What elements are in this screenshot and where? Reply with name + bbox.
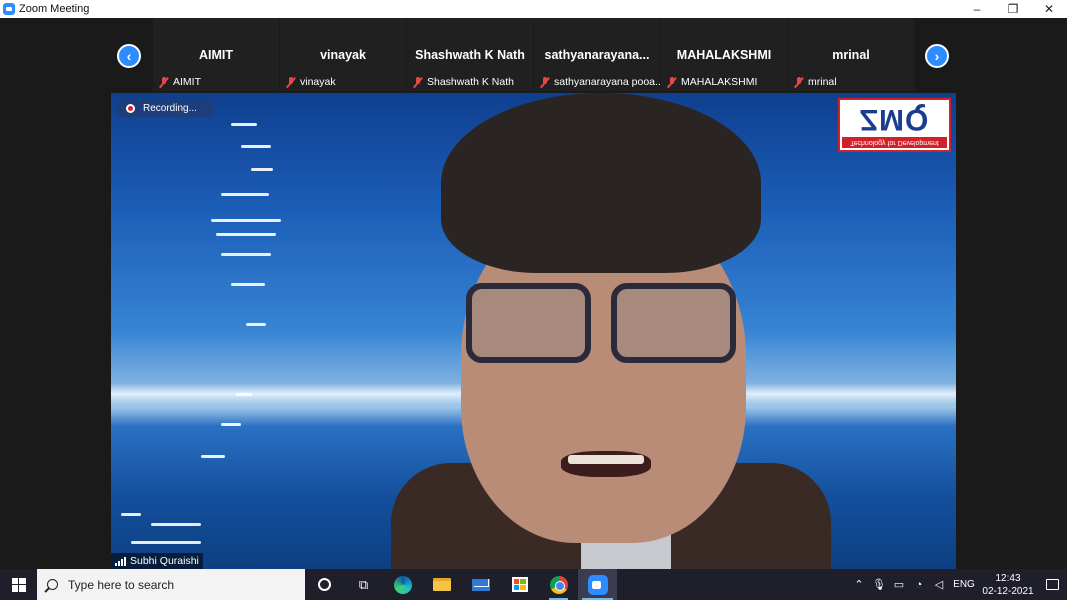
participant-strip: AIMIT AIMIT vinayak vinayak Shashwath K … [0, 18, 1067, 93]
cortana-icon [318, 578, 331, 591]
show-hidden-icons-button[interactable]: ⌃ [849, 569, 869, 600]
clock-date: 02-12-2021 [982, 585, 1034, 597]
chevron-right-icon: › [934, 48, 940, 64]
window-title: Zoom Meeting [19, 3, 90, 15]
participant-label: MAHALAKSHMI [681, 76, 758, 88]
muted-mic-icon [667, 76, 677, 88]
taskbar-search-box[interactable]: Type here to search [37, 569, 305, 600]
chrome-taskbar-button[interactable] [539, 569, 578, 600]
zoom-app-icon [3, 3, 15, 15]
zoom-taskbar-button[interactable] [578, 569, 617, 600]
language-indicator[interactable]: ENG [949, 579, 979, 590]
speaker-person [391, 93, 831, 569]
participant-name: mrinal [832, 48, 870, 62]
windows-logo-icon [11, 577, 26, 592]
participant-label: AIMIT [173, 76, 201, 88]
chrome-icon [549, 575, 568, 594]
chevron-left-icon: ‹ [126, 48, 132, 64]
participant-name: Shashwath K Nath [415, 48, 525, 62]
participant-tile[interactable]: AIMIT AIMIT [153, 18, 279, 91]
file-explorer-taskbar-button[interactable] [422, 569, 461, 600]
logo-tagline: Technology for Development [842, 137, 947, 148]
participant-name: vinayak [320, 48, 366, 62]
zoom-icon [587, 574, 608, 595]
active-speaker-video: Recording... ZMQ Technology for Developm… [111, 93, 956, 569]
participant-label: sathyanarayana pooa... [554, 76, 664, 88]
recording-label: Recording... [143, 102, 197, 114]
recording-indicator[interactable]: Recording... [118, 99, 214, 117]
zmq-logo: ZMQ Technology for Development [838, 98, 951, 152]
participant-tile[interactable]: vinayak vinayak [280, 18, 406, 91]
muted-mic-icon [413, 76, 423, 88]
notification-icon [1045, 579, 1059, 590]
folder-icon [432, 578, 451, 591]
muted-mic-icon [286, 76, 296, 88]
participant-name: MAHALAKSHMI [676, 48, 772, 62]
participant-tile[interactable]: mrinal mrinal [788, 18, 914, 91]
signal-strength-icon [115, 556, 127, 566]
battery-icon[interactable]: ▭ [889, 569, 909, 600]
minimize-button[interactable]: – [959, 0, 995, 18]
participant-tile[interactable]: MAHALAKSHMI MAHALAKSHMI [661, 18, 787, 91]
speaker-name-badge: Subhi Quraishi [111, 553, 203, 569]
participant-label: vinayak [300, 76, 336, 88]
mail-taskbar-button[interactable] [461, 569, 500, 600]
next-participants-button[interactable]: › [925, 44, 949, 68]
store-taskbar-button[interactable] [500, 569, 539, 600]
close-button[interactable]: ✕ [1031, 0, 1067, 18]
previous-participants-button[interactable]: ‹ [117, 44, 141, 68]
muted-mic-icon [794, 76, 804, 88]
start-button[interactable] [0, 569, 37, 600]
edge-taskbar-button[interactable] [383, 569, 422, 600]
record-icon [126, 103, 135, 113]
search-placeholder: Type here to search [68, 577, 175, 592]
participant-label: Shashwath K Nath [427, 76, 514, 88]
clock[interactable]: 12:43 02-12-2021 [979, 572, 1037, 598]
participant-label: mrinal [808, 76, 837, 88]
mail-icon [471, 578, 490, 591]
volume-icon[interactable]: ◁ [929, 569, 949, 600]
task-view-button[interactable]: ⧉ [344, 569, 383, 600]
muted-mic-icon [159, 76, 169, 88]
wifi-icon[interactable]: ◔ [909, 569, 929, 600]
participant-name: AIMIT [198, 48, 234, 62]
logo-text: ZMQ [859, 103, 930, 136]
participant-tile[interactable]: sathyanarayana... sathyanarayana pooa... [534, 18, 664, 91]
participant-tile[interactable]: Shashwath K Nath Shashwath K Nath [407, 18, 533, 91]
title-bar: Zoom Meeting – ❐ ✕ [0, 0, 1067, 18]
action-center-button[interactable] [1037, 579, 1067, 590]
system-tray: ⌃ 🎙 ▭ ◔ ◁ ENG 12:43 02-12-2021 [849, 569, 1067, 600]
edge-icon [393, 575, 412, 594]
task-view-icon: ⧉ [358, 576, 369, 592]
store-icon [511, 577, 528, 592]
muted-mic-icon [540, 76, 550, 88]
participant-name: sathyanarayana... [544, 48, 650, 62]
microphone-icon[interactable]: 🎙 [869, 569, 889, 600]
speaker-name: Subhi Quraishi [130, 555, 199, 567]
clock-time: 12:43 [995, 572, 1021, 584]
windows-taskbar: Type here to search ⧉ ⌃ 🎙 ▭ ◔ ◁ ENG 12:4… [0, 569, 1067, 600]
search-icon [47, 579, 58, 590]
restore-button[interactable]: ❐ [995, 0, 1031, 18]
window-controls: – ❐ ✕ [959, 0, 1067, 18]
cortana-button[interactable] [305, 569, 344, 600]
